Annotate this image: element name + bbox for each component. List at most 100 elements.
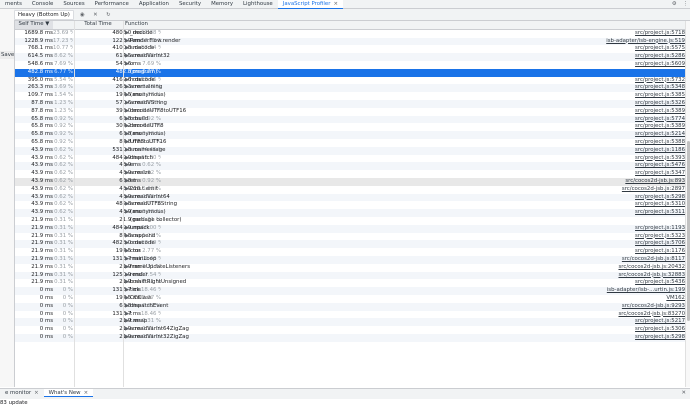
- table-row[interactable]: 1689.8 ms23.69 %4806.0 ms67.38 %▶_decode…: [15, 30, 685, 38]
- table-row[interactable]: 548.6 ms 7.69 % 548.6 ms 7.69 % ▶o src/projec…: [15, 61, 685, 69]
- source-link[interactable]: src/project.js:5306: [545, 326, 685, 334]
- source-link[interactable]: src/project.js:5323: [545, 233, 685, 241]
- source-link[interactable]: src/project.js:5385: [545, 92, 685, 100]
- source-link[interactable]: src/project.js:5347: [545, 170, 685, 178]
- table-row[interactable]: 87.8 ms 1.23 % 570.6 ms 8.00 % ▶a.readVStrin…: [15, 100, 685, 108]
- reload-icon[interactable]: ↻: [104, 12, 113, 18]
- table-row[interactable]: 0 ms 0 % 21.9 ms 0.31 % ▶t.wrap src/project.j…: [15, 318, 685, 327]
- table-row[interactable]: 43.9 ms 0.62 % 43.9 ms 0.62 % ▶a.resize src/p…: [15, 170, 685, 178]
- source-link[interactable]: src/project.js:5348: [545, 84, 685, 92]
- table-row[interactable]: 109.7 ms 1.54 % 197.5 ms 2.77 % ▶(anonymous)…: [15, 92, 685, 100]
- source-link[interactable]: isb-adapter/isb-...urtin.js:199: [545, 287, 685, 295]
- source-link[interactable]: src/project.js:5575: [545, 45, 685, 53]
- table-row[interactable]: 21.9 ms0.31 %1316.7 ms18.46 %▶mainLoopsr…: [15, 256, 685, 264]
- table-row[interactable]: 0 ms 0 % 21.9 ms 0.31 % ▶a.readVarint32ZigZa…: [15, 334, 685, 342]
- table-row[interactable]: 43.9 ms 0.62 % 43.9 ms 0.62 % ▶210.t.emit src…: [15, 186, 685, 194]
- table-row[interactable]: 43.9 ms0.62 %4849.9 ms68.00 %▶dispatchsr…: [15, 155, 685, 163]
- tab-lighthouse[interactable]: Lighthouse: [238, 0, 278, 8]
- drawer-close-icon[interactable]: ✕: [681, 389, 686, 397]
- source-link[interactable]: src/project.js:5436: [545, 279, 685, 287]
- table-row[interactable]: 43.9 ms 0.62 % 43.9 ms 0.62 % ▶a.readVarint6…: [15, 193, 685, 202]
- source-link[interactable]: src/cocos2d-jsb.js:83270: [545, 311, 685, 319]
- tab-performance[interactable]: Performance: [90, 0, 134, 8]
- source-link[interactable]: src/project.js:5732: [545, 77, 685, 85]
- source-link[interactable]: src/project.js:1193: [545, 225, 685, 233]
- source-link[interactable]: src/project.js:1186: [545, 147, 685, 155]
- source-link[interactable]: src/project.js:5389: [545, 108, 685, 116]
- source-link[interactable]: src/cocos2d-jsb.js:8117: [545, 256, 685, 264]
- table-row[interactable]: 482.8 ms 6.77 % 482.8 ms 6.77 % (program): [15, 68, 685, 77]
- table-row[interactable]: 65.8 ms 0.92 % 87.8 ms 1.23 % ▶UTF8toUTF16 sr…: [15, 139, 685, 147]
- source-link[interactable]: src/project.js:5389: [545, 123, 685, 131]
- source-link[interactable]: src/project.js:5310: [545, 201, 685, 209]
- table-row[interactable]: 43.9 ms 0.62 % 43.9 ms 0.62 % ▶e src/project.…: [15, 162, 685, 171]
- more-icon[interactable]: ⋮: [683, 0, 688, 8]
- table-row[interactable]: 43.9 ms0.62 %5310.8 ms74.45 %▶s.onmessag…: [15, 146, 685, 155]
- table-row[interactable]: 614.5 ms 8.62 % 614.5 ms 8.62 % ▶a.readVarin…: [15, 53, 685, 61]
- table-row[interactable]: 0 ms 0 % 65.8 ms 0.92 % ▶dispatchEvent src/co…: [15, 302, 685, 311]
- source-link[interactable]: src/project.js:5718: [545, 30, 685, 38]
- table-row[interactable]: 263.3 ms 3.69 % 263.3 ms 3.69 % ▶a.remaining…: [15, 84, 685, 93]
- table-row[interactable]: 1228.9 ms17.23 %1228.9 ms17.23 %▶RenderF…: [15, 37, 685, 46]
- tab-application[interactable]: Application: [134, 0, 174, 8]
- source-link[interactable]: src/project.js:5298: [545, 334, 685, 342]
- gear-icon[interactable]: ⚙: [672, 0, 677, 8]
- source-link[interactable]: src/cocos2d-jsb.js:32883: [545, 272, 685, 280]
- table-row[interactable]: 43.9 ms 0.62 % 43.9 ms 0.62 % ▶(anonymous) sr…: [15, 209, 685, 217]
- source-link[interactable]: src/project.js:5476: [545, 162, 685, 170]
- table-row[interactable]: 65.8 ms 0.92 % 65.8 ms 0.92 % ▶(anonymous) sr…: [15, 131, 685, 139]
- table-row[interactable]: 768.1 ms10.77 %4100.8 ms57.54 %▶s.decode…: [15, 45, 685, 53]
- table-row[interactable]: 43.9 ms 0.62 % 482.8 ms 6.77 % ▶a.readUTF8St…: [15, 201, 685, 209]
- table-row[interactable]: 65.8 ms 0.92 % 65.8 ms 0.92 % ▶o.build src/pr…: [15, 115, 685, 124]
- tab-ments[interactable]: ments: [0, 0, 27, 8]
- table-row[interactable]: 21.9 ms 0.31 % 197.5 ms 2.77 % ▶ctor src/proj…: [15, 248, 685, 256]
- source-link[interactable]: src/project.js:1176: [545, 248, 685, 256]
- source-link[interactable]: [545, 69, 685, 77]
- table-row[interactable]: 21.9 ms0.31 %4849.9 ms68.00 %▶unpacksrc/…: [15, 224, 685, 233]
- source-link[interactable]: src/project.js:5609: [545, 61, 685, 69]
- focus-icon[interactable]: ◉: [78, 12, 87, 18]
- tab-console[interactable]: Console: [27, 0, 58, 8]
- tab-security[interactable]: Security: [174, 0, 206, 8]
- drawer-tab-e-monitor[interactable]: e monitor ×: [0, 389, 44, 397]
- table-row[interactable]: 21.9 ms 0.31 % 21.9 ms 0.31 % ▶frameUpdateLi…: [15, 264, 685, 272]
- drawer-tab-what-s-new[interactable]: What's New ×: [43, 389, 94, 397]
- tab-sources[interactable]: Sources: [58, 0, 89, 8]
- table-row[interactable]: 21.9 ms 0.31 % 87.8 ms 1.23 % ▶a.append src/p…: [15, 233, 685, 241]
- tab-memory[interactable]: Memory: [206, 0, 238, 8]
- source-link[interactable]: src/project.js:5388: [545, 139, 685, 147]
- table-row[interactable]: 65.8 ms 0.92 % 307.2 ms 4.31 % ▶decodeUTF8 sr…: [15, 123, 685, 131]
- header-function[interactable]: Function: [125, 21, 185, 29]
- source-link[interactable]: src/cocos2d-jsb.js:9293: [545, 303, 685, 311]
- table-row[interactable]: 21.9 ms 0.31 % 21.9 ms 0.31 % (garbage colle…: [15, 217, 685, 225]
- table-row[interactable]: 21.9 ms0.31 %4828.0 ms67.69 %▶o.decodesr…: [15, 240, 685, 249]
- source-link[interactable]: src/project.js:5326: [545, 100, 685, 108]
- table-row[interactable]: 0 ms0 %1316.7 ms18.46 %▶tsrc/cocos2d-jsb…: [15, 311, 685, 319]
- header-total-time[interactable]: Total Time: [75, 21, 121, 29]
- table-row[interactable]: 0 ms 0 % 21.9 ms 0.31 % ▶a.readVarint64ZigZa…: [15, 326, 685, 334]
- source-link[interactable]: src/cocos2d-jsb.js:2897: [545, 186, 685, 194]
- source-link[interactable]: src/cocos2d-jsb.js:20432: [545, 264, 685, 272]
- source-link[interactable]: src/project.js:5286: [545, 53, 685, 61]
- header-self-time[interactable]: Self Time ▼: [15, 21, 53, 29]
- source-link[interactable]: src/project.js:5393: [545, 155, 685, 163]
- save-button[interactable]: Save: [0, 51, 14, 59]
- source-link[interactable]: src/project.js:5311: [545, 209, 685, 217]
- tab-close-icon[interactable]: ×: [333, 1, 338, 7]
- source-link[interactable]: isb-adapter/isb-engine.js:519: [545, 38, 685, 46]
- source-link[interactable]: [545, 217, 685, 225]
- table-row[interactable]: 43.9 ms 0.62 % 65.8 ms 0.92 % ▶et src/cocos2d…: [15, 178, 685, 186]
- table-row[interactable]: 87.8 ms 1.23 % 395.0 ms 5.54 % ▶decodeUTF8to…: [15, 108, 685, 116]
- table-row[interactable]: 395.0 ms5.54 %4169.6 ms58.46 %▶h.decodes…: [15, 77, 685, 85]
- table-row[interactable]: 21.9 ms0.31 %1250.9 ms17.54 %▶rendersrc/…: [15, 271, 685, 280]
- drawer-tab-close-icon[interactable]: ×: [84, 390, 89, 396]
- source-link[interactable]: src/project.js:5774: [545, 116, 685, 124]
- source-link[interactable]: src/project.js:5217: [545, 318, 685, 326]
- table-row[interactable]: 0 ms0 %1316.7 ms18.46 %▶tickisb-adapter/…: [15, 287, 685, 295]
- source-link[interactable]: src/cocos2d-jsb.js:893: [545, 178, 685, 186]
- source-link[interactable]: VM162: [545, 295, 685, 303]
- close-icon[interactable]: ✕: [91, 12, 100, 18]
- tab-javascript-profiler[interactable]: JavaScript Profiler ×: [277, 0, 344, 9]
- source-link[interactable]: src/project.js:5214: [545, 131, 685, 139]
- grid-scrollbar[interactable]: [685, 21, 690, 387]
